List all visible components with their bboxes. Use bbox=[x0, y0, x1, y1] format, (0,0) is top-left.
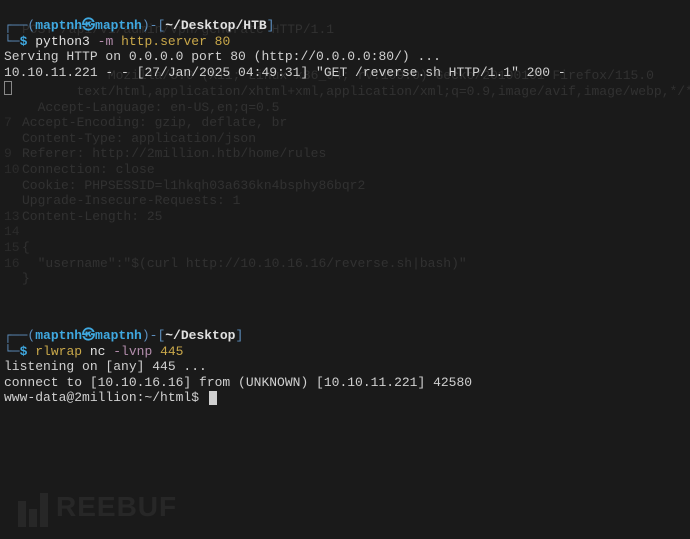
watermark-bars-icon bbox=[18, 487, 48, 527]
terminal-pane-top[interactable]: ┌──(maptnh㉿maptnh)-[~/Desktop/HTB] └─$ p… bbox=[4, 18, 686, 96]
watermark-logo: REEBUF bbox=[18, 487, 177, 527]
terminal-output: Serving HTTP on 0.0.0.0 port 80 (http://… bbox=[4, 49, 686, 96]
active-cursor-icon bbox=[209, 391, 217, 405]
shell-prompt-line: ┌──(maptnh㉿maptnh)-[~/Desktop/HTB] bbox=[4, 18, 686, 34]
reverse-shell-prompt[interactable]: www-data@2million:~/html$ bbox=[4, 390, 686, 406]
terminal-pane-bottom[interactable]: ┌──(maptnh㉿maptnh)-[~/Desktop] └─$ rlwra… bbox=[4, 328, 686, 406]
inactive-cursor-icon bbox=[4, 81, 12, 95]
terminal-output: listening on [any] 445 ... connect to [1… bbox=[4, 359, 686, 390]
shell-command-line[interactable]: └─$ python3 -m http.server 80 bbox=[4, 34, 686, 50]
watermark-text: REEBUF bbox=[56, 490, 177, 524]
shell-prompt-line: ┌──(maptnh㉿maptnh)-[~/Desktop] bbox=[4, 328, 686, 344]
shell-command-line[interactable]: └─$ rlwrap nc -lvnp 445 bbox=[4, 344, 686, 360]
